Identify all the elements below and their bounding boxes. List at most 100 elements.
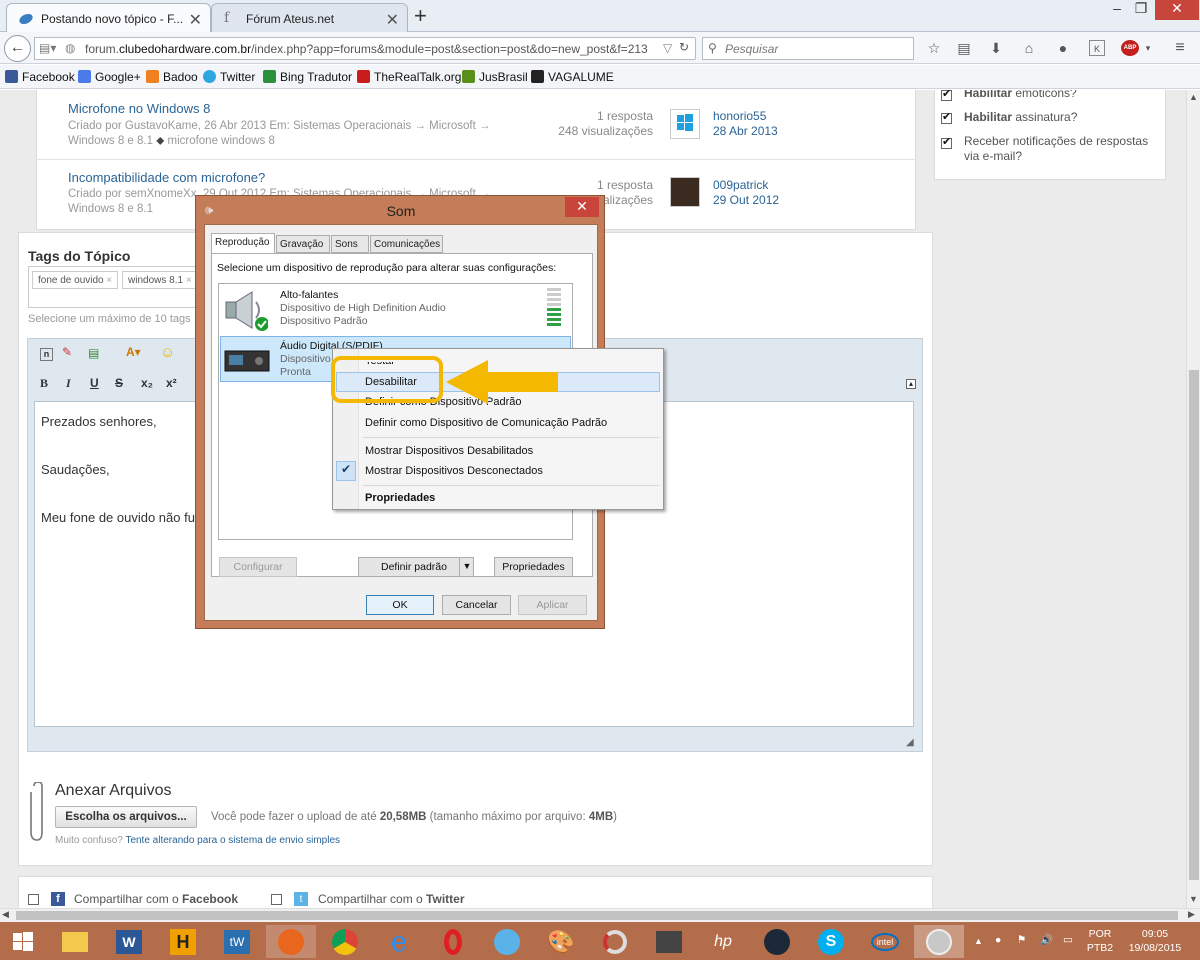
vertical-scrollbar[interactable]: ▲ ▼ <box>1186 90 1200 908</box>
h-app-taskbar-icon[interactable]: H <box>158 925 208 958</box>
strike-button[interactable]: S <box>115 376 123 390</box>
restore-icon[interactable]: ❐ <box>1130 0 1152 20</box>
scroll-up-icon[interactable]: ▲ <box>1189 92 1198 102</box>
horizontal-scrollbar[interactable]: ◀ ▶ <box>0 908 1200 922</box>
table-icon[interactable]: ▤ <box>88 346 99 360</box>
scroll-right-icon[interactable]: ▶ <box>1188 909 1195 920</box>
remove-tag-icon[interactable]: × <box>186 275 192 286</box>
font-color-icon[interactable]: A▾ <box>126 345 141 359</box>
chevron-down-icon[interactable]: ▼ <box>459 557 474 577</box>
collapse-toolbar-icon[interactable]: ▴ <box>906 379 916 389</box>
device-item-speakers[interactable]: Alto-falantes Dispositivo de High Defini… <box>220 285 571 333</box>
bookmark-bing-tradutor[interactable]: Bing Tradutor <box>263 70 352 84</box>
bookmark-therealtalk[interactable]: TheRealTalk.org <box>357 70 461 84</box>
reload-icon[interactable]: ↻ <box>679 40 689 54</box>
search-input[interactable]: ⚲ Pesquisar <box>702 37 914 60</box>
adblock-menu-icon[interactable]: ▾ <box>1140 40 1156 56</box>
signature-checkbox[interactable] <box>941 110 952 124</box>
chrome-taskbar-icon[interactable] <box>320 925 370 958</box>
simple-upload-link[interactable]: Tente alterando para o sistema de envio … <box>125 835 340 846</box>
topic-title-link[interactable]: Incompatibilidade com microfone? <box>68 170 265 185</box>
start-button[interactable] <box>0 925 46 958</box>
last-post-info[interactable]: honorio55 28 Abr 2013 <box>713 109 778 139</box>
menu-item-definir-comunicacao[interactable]: Definir como Dispositivo de Comunicação … <box>365 417 607 429</box>
italic-button[interactable]: I <box>66 376 71 391</box>
show-hidden-icons[interactable]: ▲ <box>974 934 983 948</box>
bookmark-jusbrasil[interactable]: JusBrasil <box>462 70 528 84</box>
url-bar[interactable]: ▤▾ ◍ forum.clubedohardware.com.br/index.… <box>34 37 696 60</box>
scroll-left-icon[interactable]: ◀ <box>2 909 9 920</box>
clock[interactable]: 09:05 19/08/2015 <box>1125 927 1185 955</box>
properties-button[interactable]: Propriedades <box>494 557 573 577</box>
menu-icon[interactable]: ≡ <box>1172 40 1188 56</box>
ok-button[interactable]: OK <box>366 595 434 615</box>
remove-tag-icon[interactable]: × <box>106 275 112 286</box>
choose-files-button[interactable]: Escolha os arquivos... <box>55 806 197 828</box>
cancel-button[interactable]: Cancelar <box>442 595 511 615</box>
tab-sons[interactable]: Sons <box>331 235 369 253</box>
adblock-icon[interactable]: ABP <box>1121 40 1139 56</box>
intel-taskbar-icon[interactable]: intel <box>860 925 910 958</box>
underline-button[interactable]: U <box>90 376 99 390</box>
bookmark-facebook[interactable]: Facebook <box>5 70 75 84</box>
dropdown-arrow-icon[interactable]: ▽ <box>663 41 672 55</box>
flag-tray-icon[interactable]: ⚑ <box>1017 933 1026 947</box>
new-tab-icon[interactable]: + <box>414 3 427 29</box>
notify-checkbox[interactable] <box>941 135 952 149</box>
app-taskbar-icon[interactable] <box>590 925 640 958</box>
subscript-button[interactable]: x₂ <box>141 376 153 390</box>
scrollbar-thumb[interactable] <box>16 911 1178 920</box>
bold-button[interactable]: B <box>40 376 48 391</box>
skype-taskbar-icon[interactable]: S <box>806 925 856 958</box>
share-twitter-checkbox[interactable] <box>271 894 282 905</box>
opera-taskbar-icon[interactable] <box>428 925 478 958</box>
file-explorer-taskbar-icon[interactable] <box>50 925 100 958</box>
close-window-icon[interactable]: ✕ <box>1155 0 1199 20</box>
avatar[interactable] <box>670 177 700 207</box>
configure-button[interactable]: Configurar <box>219 557 297 577</box>
apply-button[interactable]: Aplicar <box>518 595 587 615</box>
firefox-taskbar-icon[interactable] <box>266 925 316 958</box>
tag-chip[interactable]: windows 8.1 × <box>122 271 198 289</box>
sound-taskbar-icon[interactable] <box>914 925 964 958</box>
bookmark-star-icon[interactable]: ☆ <box>926 40 942 56</box>
avatar[interactable] <box>670 109 700 139</box>
minimize-icon[interactable]: – <box>1106 0 1128 20</box>
superscript-button[interactable]: x² <box>166 376 177 390</box>
menu-item-propriedades[interactable]: Propriedades <box>365 492 435 504</box>
menu-item-mostrar-desconectados[interactable]: Mostrar Dispositivos Desconectados <box>365 465 543 477</box>
menu-item-mostrar-desabilitados[interactable]: Mostrar Dispositivos Desabilitados <box>365 445 533 457</box>
tab-reproducao[interactable]: Reprodução <box>211 233 275 254</box>
scrollbar-thumb[interactable] <box>1189 370 1199 880</box>
home-icon[interactable]: ⌂ <box>1021 40 1037 56</box>
scroll-down-icon[interactable]: ▼ <box>1189 894 1198 904</box>
reading-list-icon[interactable]: ▤ <box>956 40 972 56</box>
tab-ateus[interactable]: f Fórum Ateus.net ✕ <box>211 3 408 32</box>
dialog-close-icon[interactable]: ✕ <box>565 197 599 217</box>
bookmark-twitter[interactable]: Twitter <box>203 70 255 84</box>
tab-comunicacoes[interactable]: Comunicações <box>370 235 443 253</box>
close-tab-icon[interactable]: ✕ <box>386 10 399 30</box>
eraser-icon[interactable]: ✎ <box>62 345 72 359</box>
bookmark-google-plus[interactable]: Google+ <box>78 70 141 84</box>
paint-taskbar-icon[interactable]: 🎨 <box>536 925 586 958</box>
bookmark-badoo[interactable]: Badoo <box>146 70 198 84</box>
tw-app-taskbar-icon[interactable]: tW <box>212 925 262 958</box>
media-app-taskbar-icon[interactable] <box>644 925 694 958</box>
word-taskbar-icon[interactable]: W <box>104 925 154 958</box>
bookmark-vagalume[interactable]: VAGALUME <box>531 70 614 84</box>
tag-chip[interactable]: fone de ouvido × <box>32 271 119 289</box>
ie-taskbar-icon[interactable]: e <box>374 925 424 958</box>
language-indicator[interactable]: POR PTB2 <box>1085 927 1115 955</box>
emoticon-icon[interactable]: ☺ <box>160 344 175 361</box>
extension-k-icon[interactable]: K <box>1089 40 1105 56</box>
topic-title-link[interactable]: Microfone no Windows 8 <box>68 101 210 116</box>
back-button[interactable]: ← <box>4 35 31 62</box>
download-icon[interactable]: ⬇ <box>988 40 1004 56</box>
tab-postando[interactable]: Postando novo tópico - F... ✕ <box>6 3 211 32</box>
emoticons-checkbox[interactable] <box>941 90 952 101</box>
resize-handle-icon[interactable]: ◢ <box>906 737 914 748</box>
set-default-button[interactable]: Definir padrão ▼ <box>358 557 474 577</box>
volume-tray-icon[interactable]: 🔊 <box>1040 933 1053 947</box>
tab-gravacao[interactable]: Gravação <box>276 235 330 253</box>
